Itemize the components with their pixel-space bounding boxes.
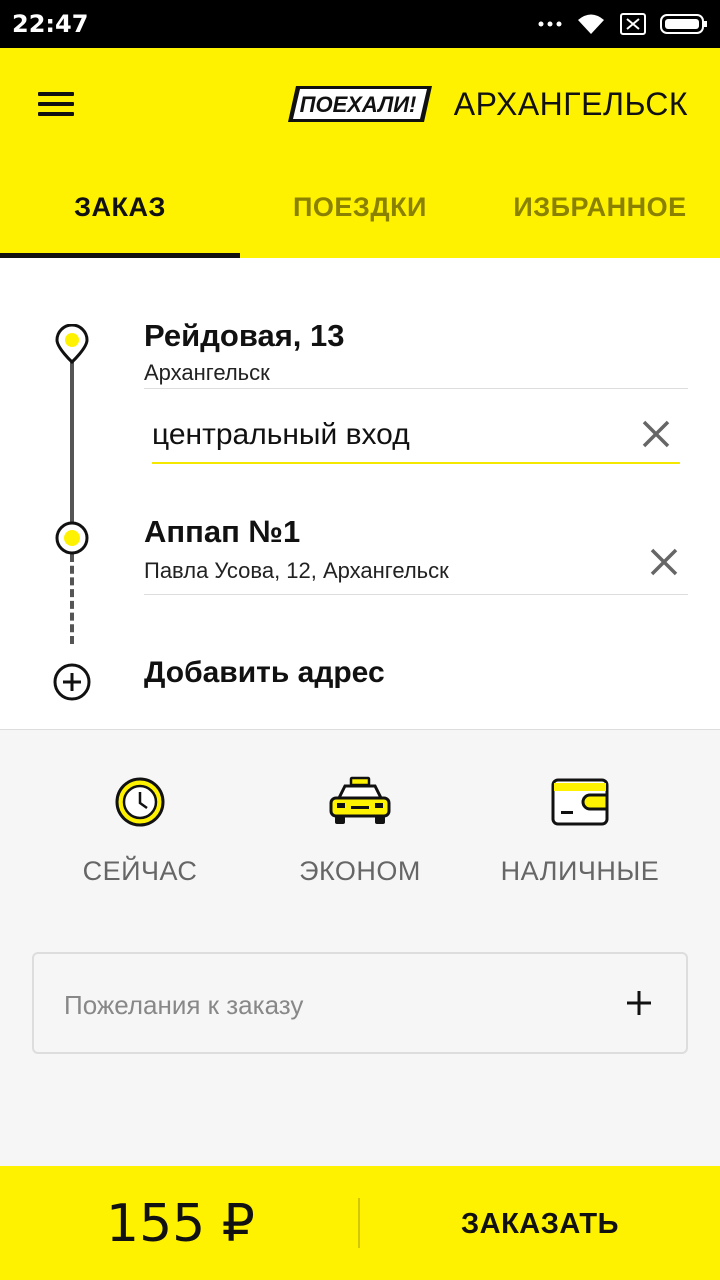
entrance-input[interactable] — [152, 408, 680, 464]
order-options: СЕЙЧАС ЭКОНОМ НАЛИЧНЫЕ — [0, 770, 720, 900]
route-dashed-line — [70, 554, 74, 644]
order-wishes-placeholder: Пожелания к заказу — [64, 990, 304, 1020]
price-label: 155 ₽ — [106, 1194, 255, 1254]
payment-option-label: НАЛИЧНЫЕ — [500, 856, 660, 886]
add-address-button[interactable]: Добавить адрес — [144, 656, 385, 690]
wallet-icon — [551, 778, 609, 826]
time-option[interactable]: СЕЙЧАС — [30, 770, 250, 900]
tab-trips[interactable]: ПОЕЗДКИ — [240, 178, 480, 258]
tariff-option[interactable]: ЭКОНОМ — [250, 770, 470, 900]
payment-option[interactable]: НАЛИЧНЫЕ — [470, 770, 690, 900]
app-logo-text: ПОЕХАЛИ! — [300, 92, 417, 117]
clear-entrance-icon[interactable] — [638, 416, 674, 452]
divider — [144, 388, 688, 389]
route-card: Рейдовая, 13 Архангельск Аппап №1 Павла … — [0, 258, 720, 730]
hamburger-icon-line — [38, 112, 74, 116]
app-header: ПОЕХАЛИ! АРХАНГЕЛЬСК ЗАКАЗ ПОЕЗДКИ ИЗБРА… — [0, 48, 720, 258]
time-option-label: СЕЙЧАС — [82, 856, 198, 886]
status-bar: 22:47 — [0, 0, 720, 48]
divider — [144, 594, 688, 595]
dots-icon — [538, 21, 562, 27]
remove-destination-icon[interactable] — [646, 544, 682, 580]
status-icons — [538, 10, 708, 38]
wifi-icon — [578, 14, 604, 34]
hamburger-icon-line — [38, 92, 74, 96]
city-selector[interactable]: АРХАНГЕЛЬСК — [454, 86, 688, 123]
menu-button[interactable] — [36, 88, 76, 120]
app-logo: ПОЕХАЛИ! — [288, 86, 432, 122]
tab-favorites[interactable]: ИЗБРАННОЕ — [480, 178, 720, 258]
tab-order[interactable]: ЗАКАЗ — [0, 178, 240, 258]
destination-title[interactable]: Аппап №1 — [144, 514, 300, 550]
battery-icon — [660, 14, 707, 34]
pickup-address-city[interactable]: Архангельск — [144, 360, 270, 386]
destination-point-icon — [55, 521, 89, 555]
bottom-bar: 155 ₽ ЗАКАЗАТЬ — [0, 1166, 720, 1280]
status-time: 22:47 — [12, 10, 89, 38]
order-wishes-field[interactable]: Пожелания к заказу — [32, 952, 688, 1054]
sim-off-icon — [620, 13, 646, 35]
add-circle-icon[interactable] — [52, 662, 92, 702]
location-pin-icon — [55, 324, 89, 364]
clock-icon — [115, 777, 165, 827]
tab-bar: ЗАКАЗ ПОЕЗДКИ ИЗБРАННОЕ — [0, 178, 720, 258]
tariff-option-label: ЭКОНОМ — [299, 856, 421, 886]
taxi-car-icon — [329, 776, 391, 824]
pickup-address-title[interactable]: Рейдовая, 13 — [144, 318, 345, 354]
hamburger-icon-line — [38, 102, 74, 106]
route-line — [70, 354, 74, 534]
destination-address[interactable]: Павла Усова, 12, Архангельск — [144, 558, 449, 584]
order-button[interactable]: ЗАКАЗАТЬ — [360, 1166, 720, 1280]
plus-icon[interactable] — [626, 990, 652, 1016]
